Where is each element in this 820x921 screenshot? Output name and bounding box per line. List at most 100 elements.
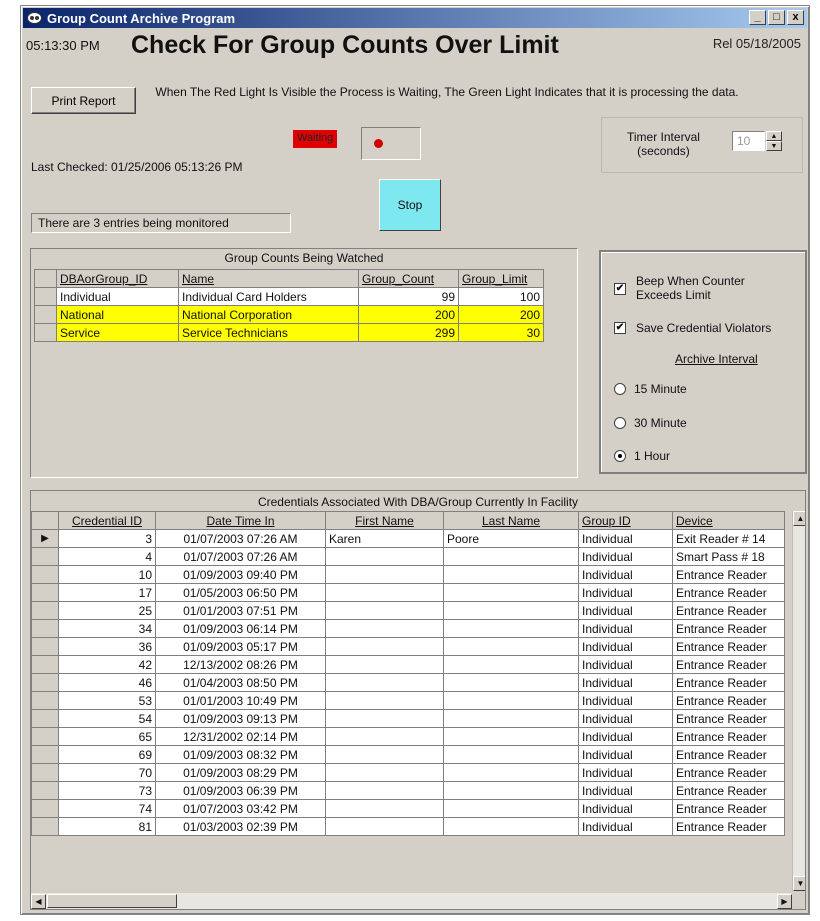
first-name-cell[interactable] — [325, 709, 444, 728]
credentials-table[interactable]: Credential ID Date Time In First Name La… — [31, 511, 785, 836]
group-id-cell[interactable]: Individual — [578, 817, 673, 836]
group-id-cell[interactable]: Individual — [578, 619, 673, 638]
credential-id-cell[interactable]: 54 — [58, 709, 156, 728]
group-counts-table[interactable]: DBAorGroup_ID Name Group_Count Group_Lim… — [34, 269, 544, 342]
first-name-cell[interactable]: Karen — [325, 529, 444, 548]
last-name-cell[interactable] — [443, 709, 579, 728]
group-name-cell[interactable]: Service Technicians — [178, 323, 359, 342]
date-time-in-cell[interactable]: 01/09/2003 08:29 PM — [155, 763, 326, 782]
group-name-cell[interactable]: Individual Card Holders — [178, 287, 359, 306]
column-header[interactable]: Credential ID — [58, 511, 156, 530]
print-report-button[interactable]: Print Report — [31, 87, 136, 114]
archive-interval-radio[interactable] — [614, 417, 626, 429]
table-row[interactable]: National National Corporation 200 200 — [34, 305, 544, 324]
first-name-cell[interactable] — [325, 817, 444, 836]
credential-id-cell[interactable]: 42 — [58, 655, 156, 674]
credential-id-cell[interactable]: 73 — [58, 781, 156, 800]
date-time-in-cell[interactable]: 01/09/2003 06:14 PM — [155, 619, 326, 638]
last-name-cell[interactable] — [443, 601, 579, 620]
last-name-cell[interactable] — [443, 637, 579, 656]
vertical-scrollbar[interactable]: ▲ ▼ — [792, 511, 805, 891]
group-id-cell[interactable]: Individual — [578, 763, 673, 782]
date-time-in-cell[interactable]: 12/31/2002 02:14 PM — [155, 727, 326, 746]
row-selector[interactable] — [31, 781, 59, 800]
last-name-cell[interactable] — [443, 781, 579, 800]
last-name-cell[interactable] — [443, 583, 579, 602]
column-header[interactable]: Name — [178, 269, 359, 288]
group-count-cell[interactable]: 299 — [358, 323, 459, 342]
credential-id-cell[interactable]: 69 — [58, 745, 156, 764]
title-bar[interactable]: Group Count Archive Program _ □ x — [23, 8, 807, 28]
row-selector[interactable] — [31, 637, 59, 656]
first-name-cell[interactable] — [325, 745, 444, 764]
table-row[interactable]: 73 01/09/2003 06:39 PM Individual Entrance … — [31, 781, 785, 800]
row-selector[interactable] — [31, 763, 59, 782]
column-header[interactable]: Group ID — [578, 511, 673, 530]
table-row[interactable]: Individual Individual Card Holders 99 100 — [34, 287, 544, 306]
device-cell[interactable]: Entrance Reader — [672, 727, 785, 746]
device-cell[interactable]: Entrance Reader — [672, 709, 785, 728]
row-selector[interactable] — [31, 745, 59, 764]
credential-id-cell[interactable]: 36 — [58, 637, 156, 656]
credential-id-cell[interactable]: 70 — [58, 763, 156, 782]
last-name-cell[interactable]: Poore — [443, 529, 579, 548]
group-id-cell[interactable]: Individual — [578, 637, 673, 656]
column-header[interactable]: Group_Limit — [458, 269, 544, 288]
column-header[interactable]: Date Time In — [155, 511, 326, 530]
first-name-cell[interactable] — [325, 655, 444, 674]
credential-id-cell[interactable]: 17 — [58, 583, 156, 602]
first-name-cell[interactable] — [325, 799, 444, 818]
last-name-cell[interactable] — [443, 691, 579, 710]
table-row[interactable]: 70 01/09/2003 08:29 PM Individual Entrance … — [31, 763, 785, 782]
device-cell[interactable]: Entrance Reader — [672, 583, 785, 602]
column-header[interactable]: Device — [672, 511, 785, 530]
row-selector[interactable] — [31, 619, 59, 638]
table-row[interactable]: 53 01/01/2003 10:49 PM Individual Entrance … — [31, 691, 785, 710]
row-selector[interactable] — [31, 709, 59, 728]
group-limit-cell[interactable]: 200 — [458, 305, 544, 324]
group-id-cell[interactable]: Individual — [578, 565, 673, 584]
first-name-cell[interactable] — [325, 601, 444, 620]
device-cell[interactable]: Entrance Reader — [672, 763, 785, 782]
group-id-cell[interactable]: Individual — [578, 583, 673, 602]
first-name-cell[interactable] — [325, 781, 444, 800]
row-selector[interactable] — [31, 799, 59, 818]
first-name-cell[interactable] — [325, 691, 444, 710]
credential-id-cell[interactable]: 81 — [58, 817, 156, 836]
date-time-in-cell[interactable]: 01/09/2003 09:13 PM — [155, 709, 326, 728]
device-cell[interactable]: Entrance Reader — [672, 799, 785, 818]
archive-interval-radio[interactable] — [614, 450, 626, 462]
table-row[interactable]: 65 12/31/2002 02:14 PM Individual Entrance … — [31, 727, 785, 746]
first-name-cell[interactable] — [325, 619, 444, 638]
credential-id-cell[interactable]: 4 — [58, 547, 156, 566]
row-selector[interactable] — [31, 691, 59, 710]
date-time-in-cell[interactable]: 01/09/2003 05:17 PM — [155, 637, 326, 656]
group-count-cell[interactable]: 99 — [358, 287, 459, 306]
group-id-cell[interactable]: Individual — [578, 709, 673, 728]
group-id-cell[interactable]: Individual — [578, 691, 673, 710]
first-name-cell[interactable] — [325, 727, 444, 746]
date-time-in-cell[interactable]: 01/09/2003 08:32 PM — [155, 745, 326, 764]
group-id-cell[interactable]: Individual — [578, 781, 673, 800]
last-name-cell[interactable] — [443, 565, 579, 584]
group-count-cell[interactable]: 200 — [358, 305, 459, 324]
device-cell[interactable]: Entrance Reader — [672, 601, 785, 620]
device-cell[interactable]: Entrance Reader — [672, 691, 785, 710]
last-name-cell[interactable] — [443, 727, 579, 746]
table-row[interactable]: 36 01/09/2003 05:17 PM Individual Entrance … — [31, 637, 785, 656]
maximize-button[interactable]: □ — [768, 10, 785, 25]
row-selector[interactable] — [31, 565, 59, 584]
last-name-cell[interactable] — [443, 655, 579, 674]
credential-id-cell[interactable]: 74 — [58, 799, 156, 818]
table-row[interactable]: 34 01/09/2003 06:14 PM Individual Entrance … — [31, 619, 785, 638]
group-name-cell[interactable]: National Corporation — [178, 305, 359, 324]
last-name-cell[interactable] — [443, 673, 579, 692]
first-name-cell[interactable] — [325, 673, 444, 692]
group-id-cell[interactable]: Individual — [578, 673, 673, 692]
credential-id-cell[interactable]: 3 — [58, 529, 156, 548]
date-time-in-cell[interactable]: 12/13/2002 08:26 PM — [155, 655, 326, 674]
group-id-cell[interactable]: Individual — [578, 529, 673, 548]
scroll-left-icon[interactable]: ◀ — [31, 894, 46, 909]
date-time-in-cell[interactable]: 01/07/2003 07:26 AM — [155, 529, 326, 548]
table-row[interactable]: 69 01/09/2003 08:32 PM Individual Entrance … — [31, 745, 785, 764]
